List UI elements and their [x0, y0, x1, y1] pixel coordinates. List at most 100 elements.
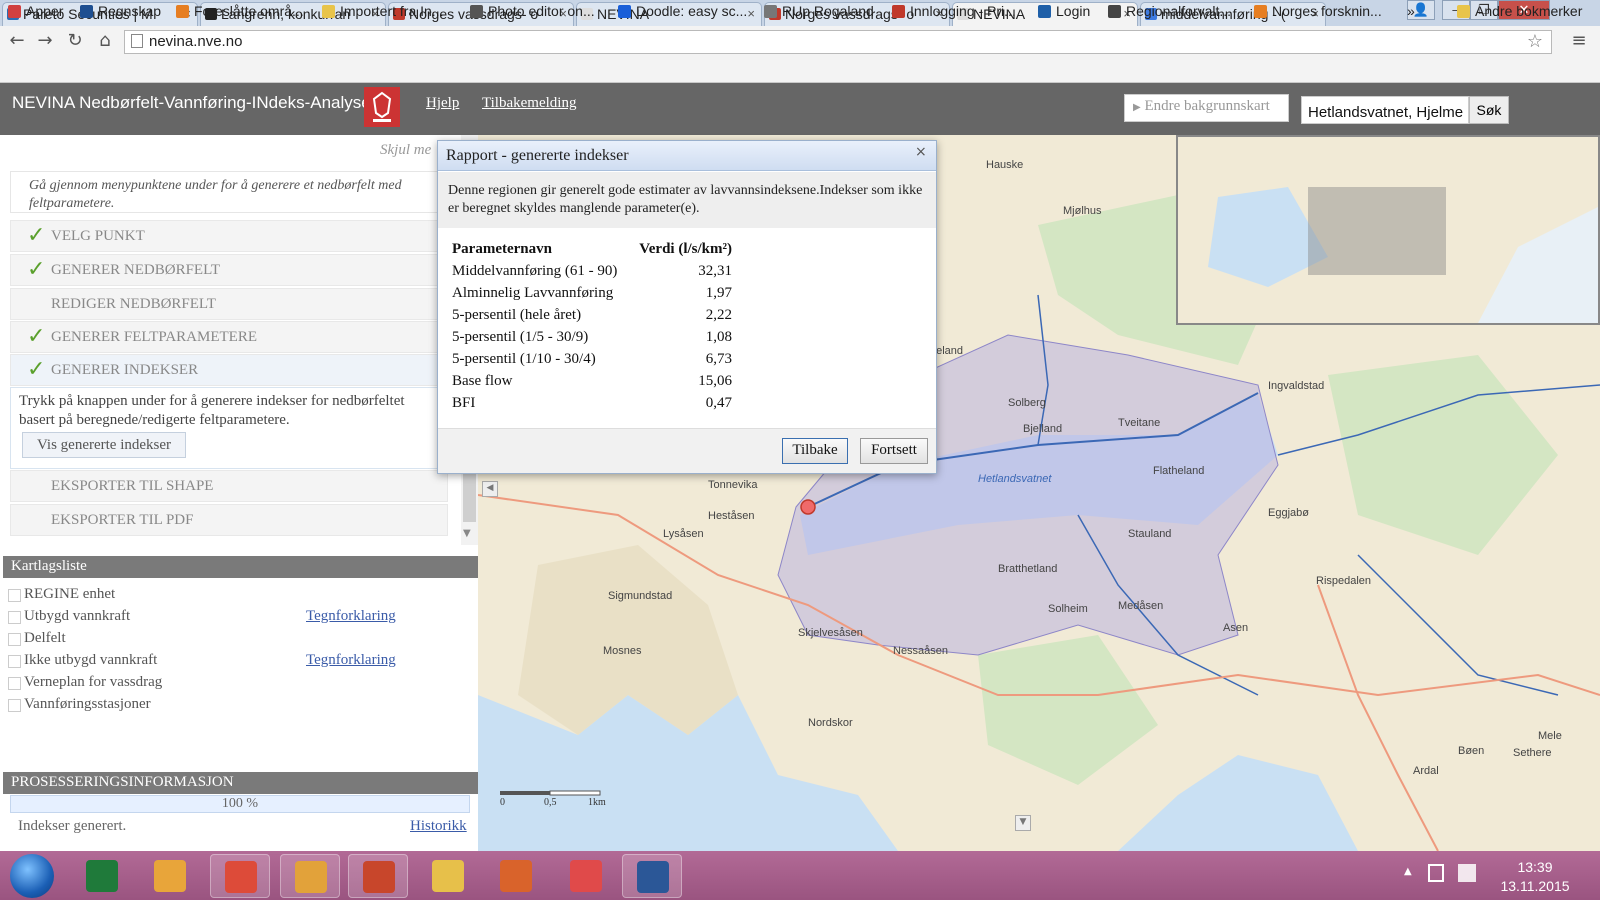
- show-indices-button[interactable]: Vis genererte indekser: [22, 432, 186, 458]
- step-generer-indekser[interactable]: ✓ GENERER INDEKSER: [10, 354, 448, 386]
- processing-heading: PROSESSERINGSINFORMASJON: [3, 772, 478, 794]
- bookmark-item[interactable]: Norges forsknin...: [1254, 3, 1382, 19]
- back-button[interactable]: Tilbake: [782, 438, 848, 464]
- step-generer-feltparametere[interactable]: ✓ GENERER FELTPARAMETERE: [10, 321, 448, 353]
- step-eksporter-til-shape[interactable]: EKSPORTER TIL SHAPE: [10, 470, 448, 502]
- hide-menu-link[interactable]: Skjul me: [380, 142, 431, 159]
- legend-link[interactable]: Tegnforklaring: [306, 608, 396, 625]
- bookmark-item[interactable]: Apper: [8, 3, 63, 19]
- step-label: GENERER INDEKSER: [51, 362, 199, 378]
- forward-icon[interactable]: →: [34, 30, 56, 52]
- map-place-label: Mosnes: [603, 645, 642, 657]
- clock-time: 13:39: [1517, 859, 1553, 875]
- map-place-label: Tonnevika: [708, 479, 758, 491]
- bookmark-item[interactable]: Photo editor on...: [470, 3, 595, 19]
- pan-down-icon[interactable]: ▼: [1015, 815, 1031, 831]
- taskbar-excel-button[interactable]: [72, 854, 132, 898]
- caret-right-icon: ▶: [1133, 102, 1141, 113]
- bookmark-item[interactable]: RUp Rogaland: [764, 3, 874, 19]
- taskbar-apps-grid-button[interactable]: [556, 854, 616, 898]
- network-icon[interactable]: [1458, 864, 1476, 882]
- feedback-link[interactable]: Tilbakemelding: [482, 95, 576, 112]
- parameter-value: 15,06: [698, 372, 732, 389]
- taskbar-word-button[interactable]: [622, 854, 682, 898]
- layer-item[interactable]: Vannføringsstasjoner: [8, 696, 151, 713]
- parameter-value: 1,97: [705, 284, 732, 301]
- bookmark-icon: [1038, 5, 1051, 18]
- layer-item[interactable]: Ikke utbygd vannkraft: [8, 652, 157, 669]
- dialog-close-icon[interactable]: ×: [915, 144, 927, 160]
- help-link[interactable]: Hjelp: [426, 95, 459, 112]
- continue-button[interactable]: Fortsett: [860, 438, 928, 464]
- parameter-value: 0,47: [705, 394, 732, 411]
- bookmark-item[interactable]: Doodle: easy sc...: [618, 3, 747, 19]
- layer-checkbox[interactable]: [8, 699, 21, 712]
- bookmarks-overflow[interactable]: »: [1407, 3, 1415, 19]
- taskbar-explorer-button[interactable]: [418, 854, 478, 898]
- map-place-label: Stauland: [1128, 528, 1172, 540]
- layer-checkbox[interactable]: [8, 677, 21, 690]
- map-place-label: Asen: [1223, 622, 1249, 634]
- layer-item[interactable]: Utbygd vannkraft: [8, 608, 130, 625]
- step-velg-punkt[interactable]: ✓ VELG PUNKT: [10, 220, 448, 252]
- map-place-label: Flatheland: [1153, 465, 1205, 477]
- layer-checkbox[interactable]: [8, 589, 21, 602]
- layer-item[interactable]: Verneplan for vassdrag: [8, 674, 162, 691]
- parameter-name: Base flow: [452, 372, 513, 389]
- layer-item[interactable]: Delfelt: [8, 630, 66, 647]
- overview-map[interactable]: [1176, 135, 1600, 325]
- search-input[interactable]: [1301, 96, 1469, 124]
- other-bookmarks-label: Andre bokmerker: [1475, 3, 1583, 19]
- address-bar[interactable]: nevina.nve.no ☆: [124, 30, 1552, 54]
- step-label: VELG PUNKT: [51, 228, 145, 244]
- bookmark-item[interactable]: Importert fra In...: [322, 3, 443, 19]
- back-icon[interactable]: ←: [6, 30, 28, 52]
- step-eksporter-til-pdf[interactable]: EKSPORTER TIL PDF: [10, 504, 448, 536]
- checkmark-icon: ✓: [27, 357, 46, 382]
- bookmark-item[interactable]: Innlogging - Pri...: [892, 3, 1016, 19]
- pan-left-icon[interactable]: ◀: [482, 481, 498, 497]
- nve-logo: [364, 87, 400, 127]
- taskbar-media-player-button[interactable]: [140, 854, 200, 898]
- column-header-value: Verdi (l/s/km²): [639, 240, 732, 257]
- taskbar-outlook-button[interactable]: [280, 854, 340, 898]
- reload-icon[interactable]: ↻: [64, 30, 86, 52]
- map-place-label: Eggjabø: [1268, 507, 1309, 519]
- legend-link[interactable]: Tegnforklaring: [306, 652, 396, 669]
- bookmark-star-icon[interactable]: ☆: [1527, 31, 1543, 52]
- start-button[interactable]: [10, 854, 54, 898]
- layer-label: REGINE enhet: [24, 586, 116, 602]
- step-label: EKSPORTER TIL SHAPE: [51, 478, 214, 494]
- bookmark-icon: [8, 5, 21, 18]
- other-bookmarks[interactable]: Andre bokmerker: [1457, 3, 1582, 19]
- layer-checkbox[interactable]: [8, 611, 21, 624]
- checkmark-icon: ✓: [27, 223, 46, 248]
- history-link[interactable]: Historikk: [410, 818, 467, 835]
- menu-icon[interactable]: ≡: [1568, 30, 1590, 52]
- word-icon: [637, 861, 669, 893]
- taskbar-paint-button[interactable]: [486, 854, 546, 898]
- taskbar-powerpoint-button[interactable]: [348, 854, 408, 898]
- bookmark-item[interactable]: Login: [1038, 3, 1090, 19]
- bookmarks-bar: [0, 58, 1600, 83]
- search-button[interactable]: Søk: [1469, 96, 1509, 124]
- scroll-down-icon[interactable]: ▼: [463, 528, 471, 539]
- bookmark-item[interactable]: Foreslåtte områ...: [176, 3, 304, 19]
- layer-item[interactable]: REGINE enhet: [8, 586, 115, 603]
- tray-expand-icon[interactable]: ▲: [1404, 866, 1412, 877]
- powerpoint-icon: [363, 861, 395, 893]
- step-generer-nedbørfelt[interactable]: ✓ GENERER NEDBØRFELT: [10, 254, 448, 286]
- intro-text: Gå gjennom menypunktene under for å gene…: [10, 171, 448, 213]
- layer-checkbox[interactable]: [8, 633, 21, 646]
- step-label: REDIGER NEDBØRFELT: [51, 296, 216, 312]
- bookmark-item[interactable]: Regionalforvalt...: [1108, 3, 1231, 19]
- step-rediger-nedbørfelt[interactable]: REDIGER NEDBØRFELT: [10, 288, 448, 320]
- bookmark-item[interactable]: Regnskap: [80, 3, 161, 19]
- battery-icon[interactable]: [1428, 864, 1444, 882]
- tab-close-icon[interactable]: ×: [747, 6, 755, 21]
- change-basemap-button[interactable]: ▶ Endre bakgrunnskart: [1124, 94, 1289, 122]
- layer-checkbox[interactable]: [8, 655, 21, 668]
- system-clock[interactable]: 13:39 13.11.2015: [1490, 858, 1580, 896]
- home-icon[interactable]: ⌂: [94, 30, 116, 52]
- taskbar-chrome-button[interactable]: [210, 854, 270, 898]
